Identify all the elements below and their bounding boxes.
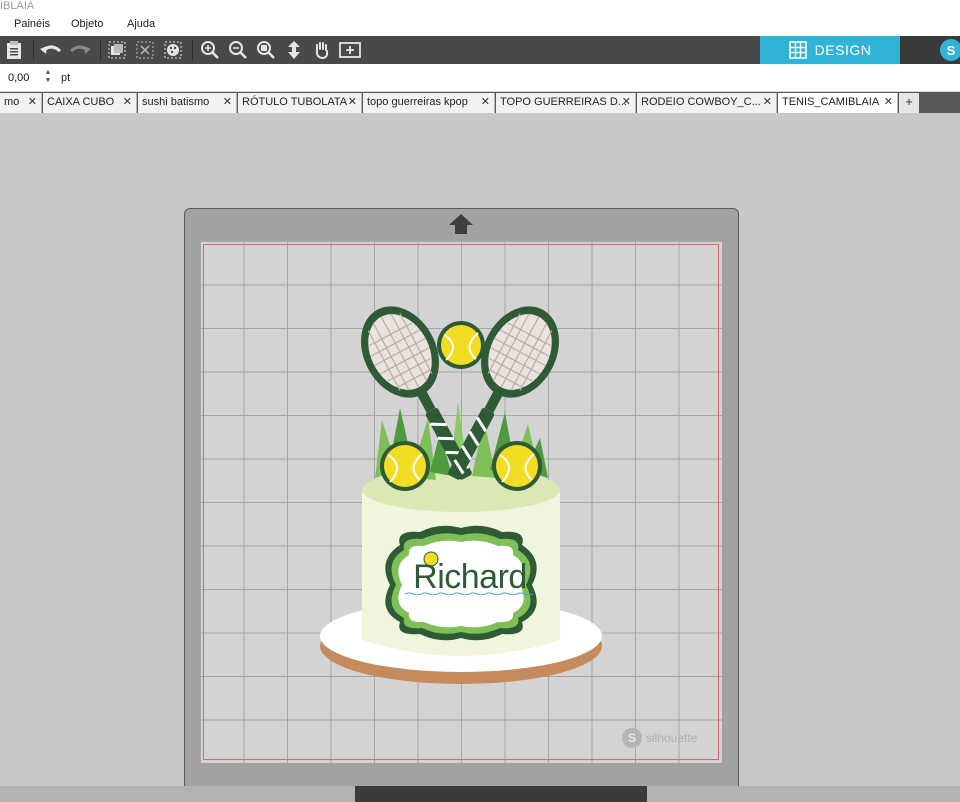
horizontal-scrollbar[interactable] <box>0 786 960 802</box>
silhouette-watermark: S silhouette <box>622 728 697 748</box>
zoom-in-icon[interactable] <box>196 36 224 64</box>
zoom-select-icon[interactable] <box>252 36 280 64</box>
tab-label: CAIXA CUBO <box>47 96 115 108</box>
document-tab[interactable]: CAIXA CUBO ✕ <box>43 93 137 113</box>
document-tab[interactable]: RODEIO COWBOY_C... ✕ <box>637 93 777 113</box>
close-icon[interactable]: ✕ <box>622 93 631 112</box>
tab-label: topo guerreiras kpop <box>367 96 468 108</box>
toolbar: DESIGN S <box>0 36 960 64</box>
close-icon[interactable]: ✕ <box>884 93 893 112</box>
document-tab[interactable]: mo ✕ <box>0 93 42 113</box>
design-tab-label: DESIGN <box>814 42 872 58</box>
close-icon[interactable]: ✕ <box>123 93 132 112</box>
properties-bar: ▲▼ pt <box>0 64 960 92</box>
toolbar-separator <box>100 40 101 60</box>
group-icon[interactable] <box>103 36 131 64</box>
fill-icon[interactable] <box>159 36 187 64</box>
ungroup-icon[interactable] <box>131 36 159 64</box>
add-tab-button[interactable]: + <box>899 93 919 113</box>
document-tab[interactable]: sushi batismo ✕ <box>138 93 237 113</box>
toolbar-separator <box>192 40 193 60</box>
feed-arrow-icon <box>449 214 473 234</box>
document-tabs: mo ✕ CAIXA CUBO ✕ sushi batismo ✕ RÓTULO TU… <box>0 92 960 113</box>
redo-icon[interactable] <box>66 36 94 64</box>
title-bar: IBLAIA <box>0 0 960 14</box>
store-tab[interactable]: S <box>900 36 960 64</box>
toolbar-separator <box>33 40 34 60</box>
fit-page-icon[interactable] <box>336 36 364 64</box>
design-tab[interactable]: DESIGN <box>760 36 900 64</box>
watermark-text: silhouette <box>646 731 698 745</box>
tab-label: sushi batismo <box>142 96 210 108</box>
menu-bar: Painéis Objeto Ajuda <box>0 14 960 36</box>
pan-hand-icon[interactable] <box>308 36 336 64</box>
cake-artwork[interactable] <box>300 300 620 700</box>
tennis-ball-left <box>380 441 430 491</box>
tennis-ball-right <box>492 441 542 491</box>
document-tab[interactable]: topo guerreiras kpop ✕ <box>363 93 495 113</box>
scrollbar-thumb[interactable] <box>355 786 647 802</box>
move-down-icon[interactable] <box>280 36 308 64</box>
grid-icon <box>788 41 807 59</box>
line-width-input[interactable] <box>2 69 42 87</box>
close-icon[interactable]: ✕ <box>28 93 37 112</box>
close-icon[interactable]: ✕ <box>348 93 357 112</box>
window-title: IBLAIA <box>0 0 35 12</box>
silhouette-logo-icon: S <box>622 728 642 748</box>
close-icon[interactable]: ✕ <box>481 93 490 112</box>
zoom-out-icon[interactable] <box>224 36 252 64</box>
document-tab[interactable]: TOPO GUERREIRAS D... ✕ <box>496 93 636 113</box>
menu-ajuda[interactable]: Ajuda <box>127 18 155 30</box>
tab-label: RODEIO COWBOY_C... <box>641 96 761 108</box>
spinner-icon[interactable]: ▲ ▼ <box>44 69 52 87</box>
tab-label: mo <box>4 96 20 108</box>
menu-objeto[interactable]: Objeto <box>71 18 103 30</box>
close-icon[interactable]: ✕ <box>763 93 772 112</box>
tab-label: TENIS_CAMIBLAIA <box>782 96 880 108</box>
spellcheck-underline <box>405 592 533 595</box>
unit-label: pt <box>61 72 71 84</box>
close-icon[interactable]: ✕ <box>223 93 232 112</box>
clipboard-icon[interactable] <box>0 36 28 64</box>
tennis-ball-top <box>437 321 485 369</box>
undo-icon[interactable] <box>37 36 65 64</box>
document-tab-active[interactable]: TENIS_CAMIBLAIA ✕ <box>778 93 898 113</box>
silhouette-logo-icon: S <box>940 39 960 61</box>
tab-label: TOPO GUERREIRAS D... <box>500 96 627 108</box>
document-tab[interactable]: RÓTULO TUBOLATA ✕ <box>238 93 362 113</box>
menu-paineis[interactable]: Painéis <box>14 18 50 30</box>
tab-label: RÓTULO TUBOLATA <box>242 96 348 108</box>
